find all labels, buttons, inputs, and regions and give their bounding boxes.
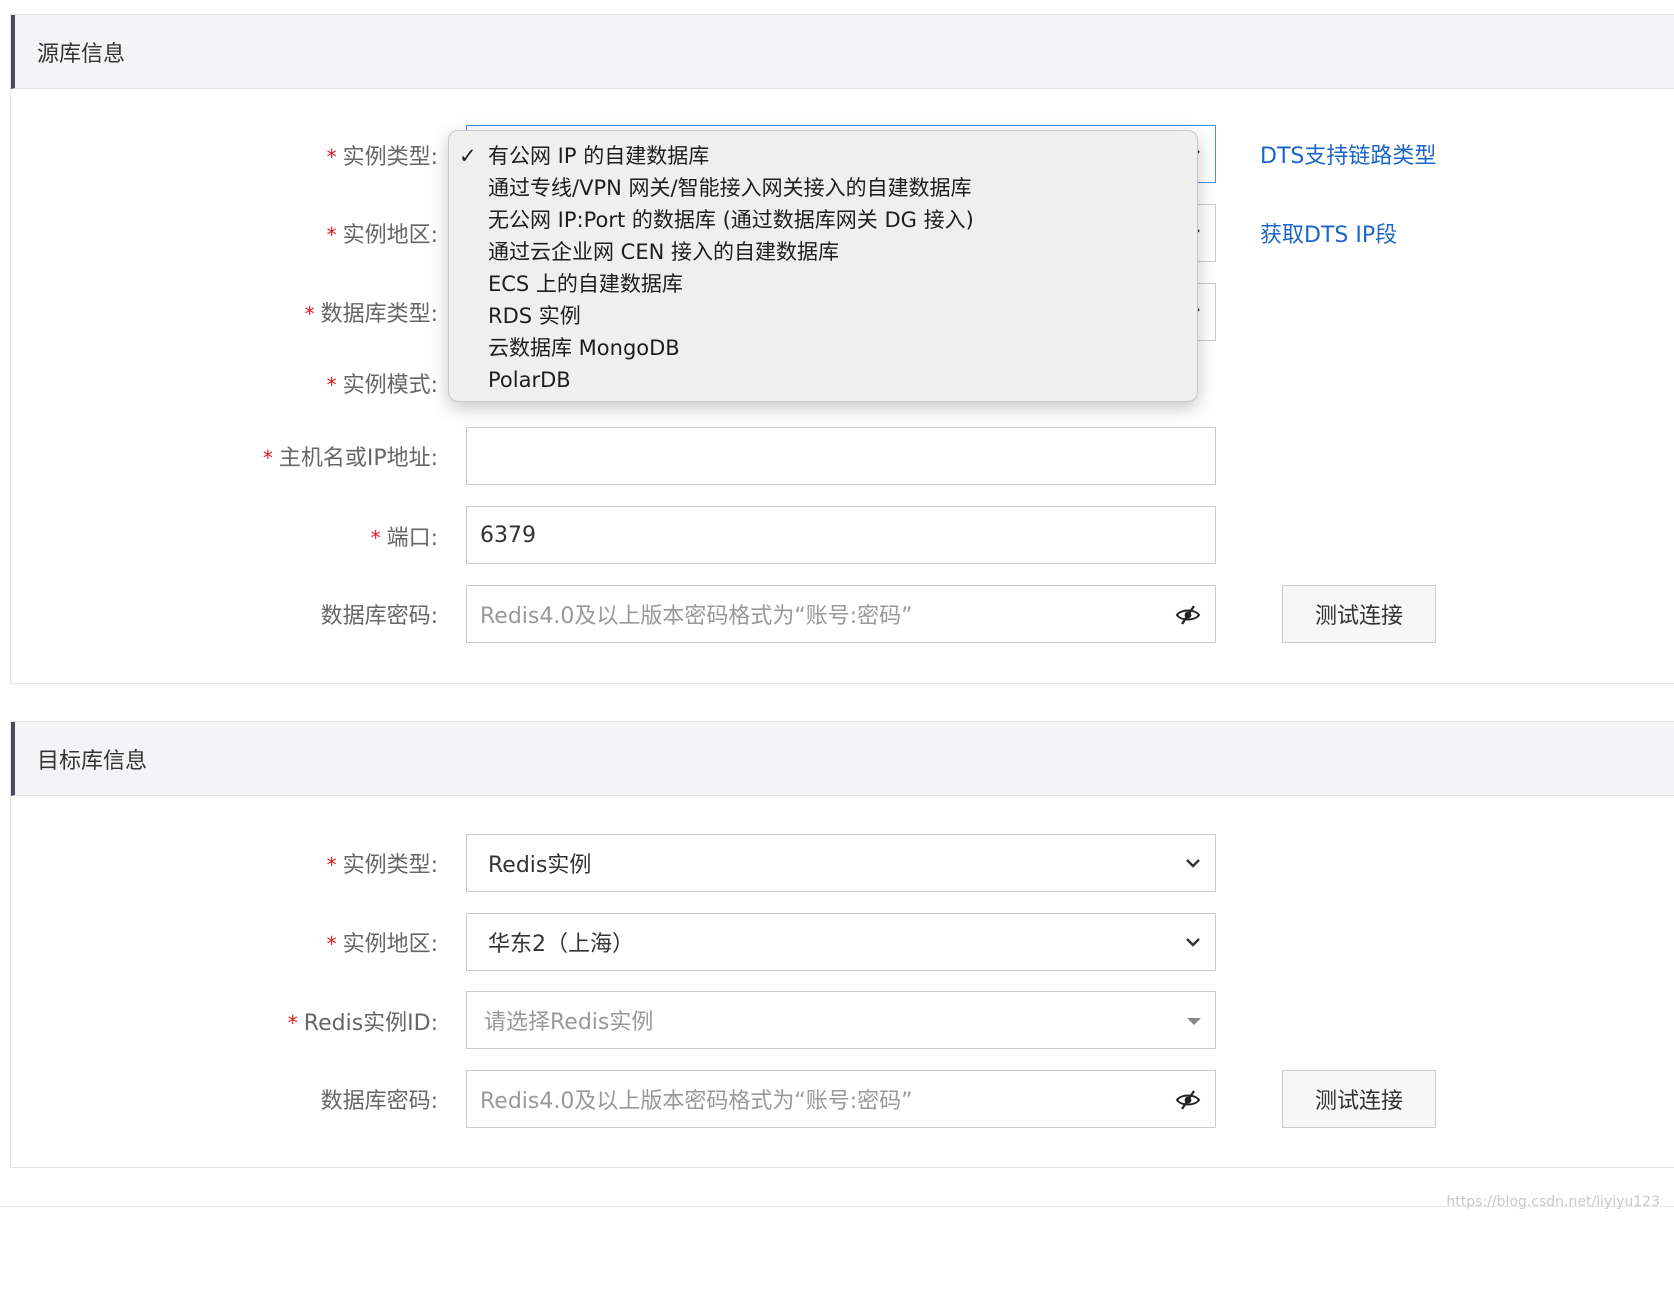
source-port-label: * 端口: bbox=[370, 526, 438, 551]
caret-down-icon bbox=[1187, 1018, 1201, 1025]
target-instance-id-label: * Redis实例ID: bbox=[287, 1011, 438, 1036]
source-password-label: 数据库密码: bbox=[320, 604, 438, 629]
target-instance-type-select[interactable]: Redis实例 bbox=[466, 834, 1216, 892]
chevron-down-icon bbox=[1186, 859, 1200, 868]
divider bbox=[0, 1206, 1674, 1207]
target-region-label: * 实例地区: bbox=[326, 932, 438, 957]
source-host-label: * 主机名或IP地址: bbox=[262, 446, 438, 471]
source-port-value: 6379 bbox=[480, 522, 536, 548]
source-region-label: * 实例地区: bbox=[326, 223, 438, 248]
source-host-input[interactable] bbox=[466, 427, 1216, 485]
source-test-connection-button[interactable]: 测试连接 bbox=[1282, 585, 1436, 643]
source-db-type-label: * 数据库类型: bbox=[304, 302, 438, 327]
dropdown-option[interactable]: 通过云企业网 CEN 接入的自建数据库 bbox=[449, 236, 1197, 268]
target-panel-title: 目标库信息 bbox=[37, 748, 148, 774]
target-password-label: 数据库密码: bbox=[320, 1089, 438, 1114]
target-region-value: 华东2（上海） bbox=[488, 932, 634, 957]
source-password-input[interactable]: Redis4.0及以上版本密码格式为“账号:密码” bbox=[466, 585, 1216, 643]
instance-type-dropdown: ✓ 有公网 IP 的自建数据库 通过专线/VPN 网关/智能接入网关接入的自建数据… bbox=[448, 130, 1198, 402]
dropdown-option[interactable]: ✓ 有公网 IP 的自建数据库 bbox=[449, 140, 1197, 172]
target-password-input[interactable]: Redis4.0及以上版本密码格式为“账号:密码” bbox=[466, 1070, 1216, 1128]
required-mark: * bbox=[326, 145, 337, 169]
eye-hidden-icon[interactable] bbox=[1175, 602, 1201, 628]
eye-hidden-icon[interactable] bbox=[1175, 1087, 1201, 1113]
dropdown-option[interactable]: 通过专线/VPN 网关/智能接入网关接入的自建数据库 bbox=[449, 172, 1197, 204]
target-instance-id-select[interactable]: 请选择Redis实例 bbox=[466, 991, 1216, 1049]
source-panel-title: 源库信息 bbox=[37, 41, 126, 67]
watermark: https://blog.csdn.net/liyiyu123 bbox=[1446, 1194, 1660, 1210]
chevron-down-icon bbox=[1186, 938, 1200, 947]
dropdown-option[interactable]: 云数据库 MongoDB bbox=[449, 332, 1197, 364]
target-instance-type-value: Redis实例 bbox=[488, 853, 592, 878]
dropdown-option[interactable]: PolarDB bbox=[449, 364, 1197, 396]
source-port-input[interactable]: 6379 bbox=[466, 506, 1216, 564]
dropdown-option[interactable]: RDS 实例 bbox=[449, 300, 1197, 332]
source-mode-label: * 实例模式: bbox=[326, 373, 438, 398]
dropdown-option[interactable]: ECS 上的自建数据库 bbox=[449, 268, 1197, 300]
source-instance-type-label: * 实例类型: bbox=[326, 145, 438, 170]
source-password-placeholder: Redis4.0及以上版本密码格式为“账号:密码” bbox=[480, 604, 913, 629]
target-instance-type-label: * 实例类型: bbox=[326, 853, 438, 878]
dts-link-types-link[interactable]: DTS支持链路类型 bbox=[1260, 138, 1436, 170]
check-icon: ✓ bbox=[459, 144, 477, 168]
dropdown-option[interactable]: 无公网 IP:Port 的数据库 (通过数据库网关 DG 接入) bbox=[449, 204, 1197, 236]
target-panel-header: 目标库信息 bbox=[11, 722, 1674, 796]
dts-ip-range-link[interactable]: 获取DTS IP段 bbox=[1260, 217, 1397, 249]
source-panel-header: 源库信息 bbox=[11, 15, 1674, 89]
target-instance-id-placeholder: 请选择Redis实例 bbox=[484, 1010, 654, 1035]
target-test-connection-button[interactable]: 测试连接 bbox=[1282, 1070, 1436, 1128]
target-password-placeholder: Redis4.0及以上版本密码格式为“账号:密码” bbox=[480, 1089, 913, 1114]
target-region-select[interactable]: 华东2（上海） bbox=[466, 913, 1216, 971]
